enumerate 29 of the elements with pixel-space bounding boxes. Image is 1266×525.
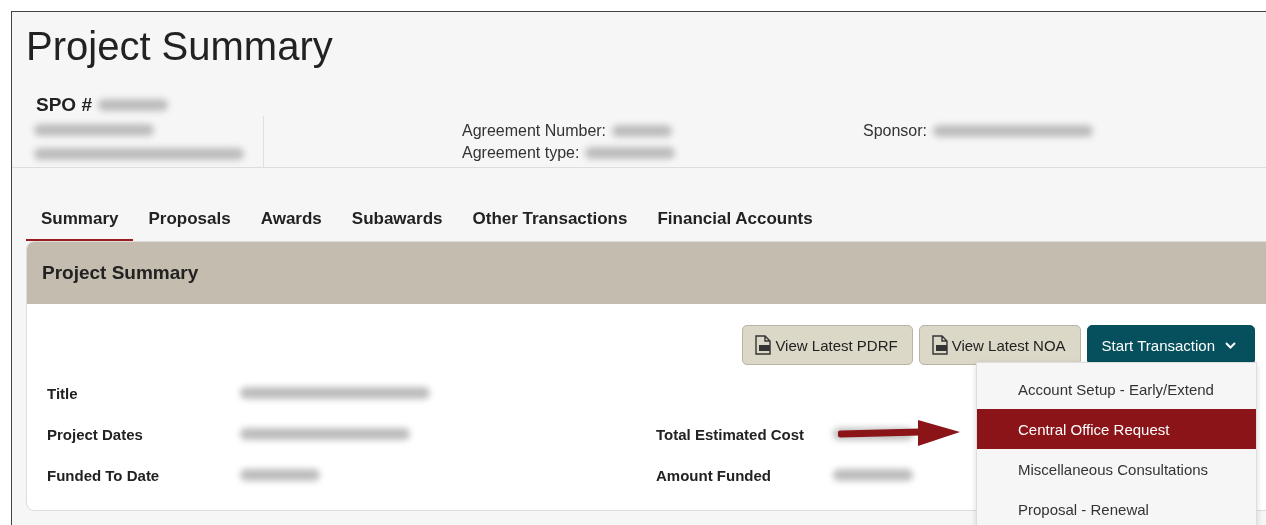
pdf-file-icon — [755, 335, 772, 355]
menu-item[interactable]: Proposal - Renewal — [977, 489, 1256, 525]
arrow-icon — [838, 420, 960, 446]
view-button[interactable]: View Latest NOA — [918, 325, 1081, 365]
field-label: Funded To Date — [47, 467, 161, 484]
view-button[interactable]: View Latest PDRF — [742, 325, 913, 365]
tab[interactable]: Awards — [245, 202, 337, 241]
field-label: Agreement Number: — [462, 122, 607, 140]
spo-label: SPO # — [36, 94, 92, 116]
tab[interactable]: Proposals — [133, 202, 246, 241]
tab[interactable]: Subawards — [336, 202, 458, 241]
menu-item[interactable]: Central Office Request — [977, 409, 1256, 449]
field-label: Total Estimated Cost — [656, 426, 806, 443]
start-transaction-button[interactable]: Start Transaction — [1086, 325, 1255, 365]
pdf-file-icon — [931, 335, 948, 355]
field-label: Title — [47, 385, 79, 402]
field-label: Agreement type: — [462, 144, 580, 162]
menu-item[interactable]: Miscellaneous Consultations — [977, 449, 1256, 489]
field-label: Amount Funded — [656, 467, 772, 484]
redacted-text — [98, 99, 168, 111]
field-label: Project Dates — [47, 426, 144, 443]
field-label: Sponsor: — [863, 122, 928, 140]
panel-title: Project Summary — [42, 262, 199, 284]
chevron-down-icon — [1225, 341, 1236, 349]
menu-item[interactable]: Account Setup - Early/Extend — [977, 369, 1256, 409]
tab[interactable]: Financial Accounts — [642, 202, 828, 241]
redacted-text — [612, 125, 673, 137]
tab[interactable]: Other Transactions — [457, 202, 643, 241]
page-title: Project Summary — [25, 23, 334, 68]
